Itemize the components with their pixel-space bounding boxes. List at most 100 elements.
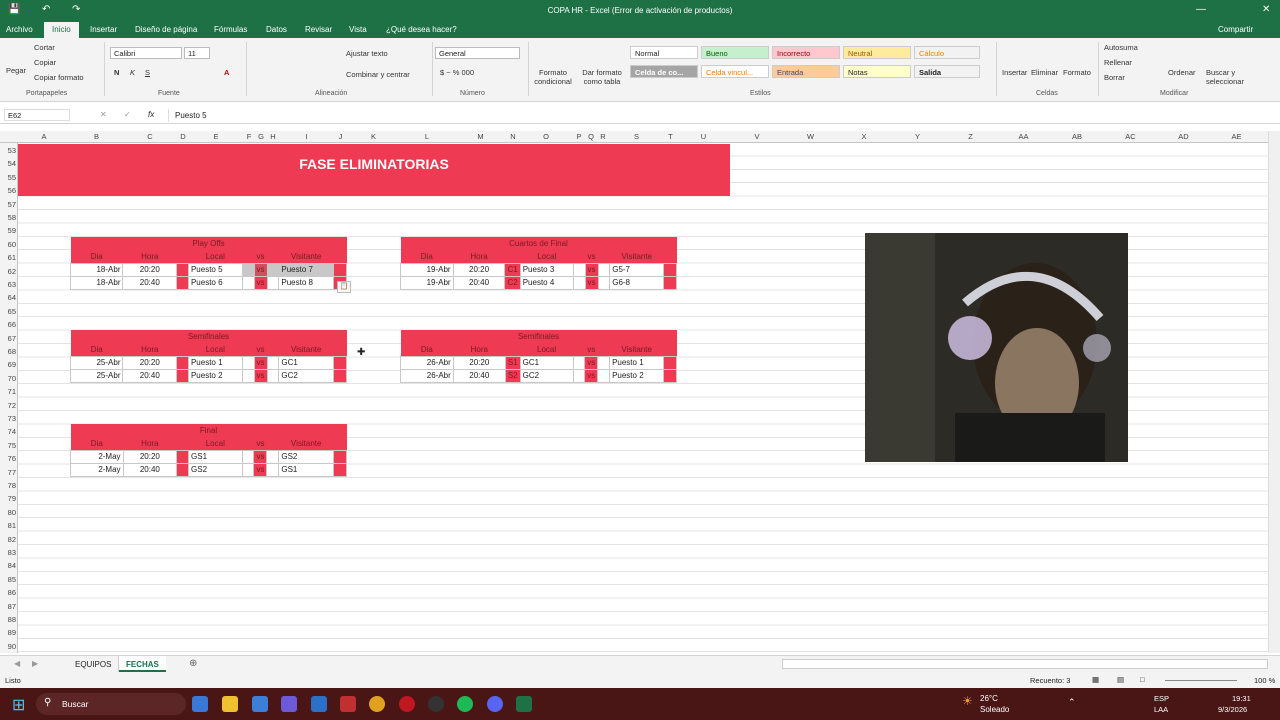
row-header[interactable]: 86 bbox=[0, 588, 16, 597]
col-header[interactable]: J bbox=[334, 132, 347, 141]
calculator-icon[interactable] bbox=[252, 696, 268, 712]
row-header[interactable]: 84 bbox=[0, 561, 16, 570]
cancel-icon[interactable]: ✕ bbox=[100, 110, 107, 119]
copy-button[interactable]: Copiar bbox=[34, 58, 56, 67]
col-header[interactable]: N bbox=[507, 132, 519, 141]
task-view-icon[interactable] bbox=[192, 696, 208, 712]
row-header[interactable]: 55 bbox=[0, 173, 16, 182]
paste-button[interactable]: Pegar bbox=[6, 66, 26, 75]
cell-vs[interactable]: vs bbox=[584, 262, 599, 277]
cell-dia[interactable]: 26-Abr bbox=[400, 355, 454, 370]
font-color-button[interactable]: A bbox=[224, 68, 229, 77]
cell-visitante[interactable]: GC2 bbox=[278, 368, 335, 383]
cell-local[interactable]: Puesto 4 bbox=[519, 275, 574, 290]
style-calculo[interactable]: Cálculo bbox=[914, 46, 980, 59]
cell-visitante[interactable]: G6-8 bbox=[609, 275, 665, 290]
github-icon[interactable] bbox=[428, 696, 444, 712]
tab-insertar[interactable]: Insertar bbox=[90, 25, 117, 34]
cell-vs[interactable]: vs bbox=[253, 262, 268, 277]
minimize-icon[interactable]: — bbox=[1196, 4, 1206, 15]
function-icon[interactable]: fx bbox=[148, 110, 154, 119]
format-as-table-button[interactable]: Dar formato como tabla bbox=[578, 68, 626, 86]
col-header[interactable]: S bbox=[609, 132, 664, 141]
col-header[interactable]: AD bbox=[1157, 132, 1210, 141]
style-entrada[interactable]: Entrada bbox=[772, 65, 840, 78]
tab-archivo[interactable]: Archivo bbox=[6, 25, 33, 34]
close-icon[interactable]: ✕ bbox=[1262, 4, 1270, 15]
cell-local[interactable]: Puesto 1 bbox=[187, 355, 243, 370]
cell-tag[interactable]: S2 bbox=[504, 368, 521, 383]
clock-date[interactable]: 9/3/2026 bbox=[1218, 705, 1247, 714]
cell-vs[interactable]: vs bbox=[253, 275, 268, 290]
col-header[interactable]: AB bbox=[1050, 132, 1104, 141]
row-header[interactable]: 88 bbox=[0, 615, 16, 624]
format-cells-button[interactable]: Formato bbox=[1063, 68, 1091, 77]
cell-visitante[interactable]: G5-7 bbox=[609, 262, 665, 277]
row-header[interactable]: 58 bbox=[0, 213, 16, 222]
style-normal[interactable]: Normal bbox=[630, 46, 698, 59]
teams-icon[interactable] bbox=[281, 696, 297, 712]
row-header[interactable]: 67 bbox=[0, 334, 16, 343]
col-header[interactable]: Q bbox=[585, 132, 597, 141]
conditional-format-button[interactable]: Formato condicional bbox=[532, 68, 574, 86]
style-notas[interactable]: Notas bbox=[843, 65, 911, 78]
cell-local[interactable]: GS1 bbox=[188, 449, 243, 464]
cell-dia[interactable]: 25-Abr bbox=[69, 355, 124, 370]
row-header[interactable]: 54 bbox=[0, 159, 16, 168]
row-header[interactable]: 73 bbox=[0, 414, 16, 423]
weather-desc[interactable]: Soleado bbox=[980, 705, 1009, 714]
row-header[interactable]: 89 bbox=[0, 628, 16, 637]
cell-hora[interactable]: 20:40 bbox=[122, 462, 178, 477]
cell-dia[interactable]: 26-Abr bbox=[400, 368, 454, 383]
row-header[interactable]: 78 bbox=[0, 481, 16, 490]
page-break-icon[interactable]: □ bbox=[1140, 675, 1145, 684]
row-header[interactable]: 82 bbox=[0, 535, 16, 544]
cell-local[interactable]: Puesto 2 bbox=[187, 368, 243, 383]
col-header[interactable]: D bbox=[177, 132, 189, 141]
cell-dia[interactable]: 18-Abr bbox=[69, 262, 124, 277]
wrap-text-button[interactable]: Ajustar texto bbox=[346, 49, 388, 58]
col-header[interactable]: I bbox=[279, 132, 334, 141]
cell-local[interactable]: GS2 bbox=[188, 462, 243, 477]
col-header[interactable]: C bbox=[123, 132, 177, 141]
col-header[interactable]: AA bbox=[997, 132, 1050, 141]
row-header[interactable]: 53 bbox=[0, 146, 16, 155]
autosum-button[interactable]: Autosuma bbox=[1104, 43, 1138, 52]
cell-vs[interactable]: vs bbox=[584, 275, 599, 290]
font-size-select[interactable]: 11 bbox=[184, 47, 210, 59]
cell-local[interactable]: Puesto 3 bbox=[519, 262, 574, 277]
row-header[interactable]: 85 bbox=[0, 575, 16, 584]
next-sheet-icon[interactable]: ▶ bbox=[32, 659, 38, 668]
sheet-tab-equipos[interactable]: EQUIPOS bbox=[68, 656, 120, 672]
cell-dia[interactable]: 19-Abr bbox=[400, 275, 454, 290]
horizontal-scrollbar[interactable] bbox=[782, 659, 1268, 669]
page-layout-icon[interactable]: ▤ bbox=[1117, 675, 1124, 684]
weather-icon[interactable]: ☀ bbox=[962, 694, 973, 708]
col-header[interactable]: AC bbox=[1104, 132, 1157, 141]
cell-local[interactable]: Puesto 5 bbox=[187, 262, 243, 277]
sheet-tab-fechas[interactable]: FECHAS bbox=[119, 656, 166, 672]
row-header[interactable]: 56 bbox=[0, 186, 16, 195]
row-header[interactable]: 90 bbox=[0, 642, 16, 651]
tell-me-search[interactable]: ¿Qué desea hacer? bbox=[386, 25, 457, 34]
zoom-level[interactable]: 100 % bbox=[1254, 676, 1275, 685]
cell-visitante[interactable]: Puesto 7 bbox=[278, 262, 335, 277]
taskbar-search[interactable]: ⚲ Buscar bbox=[36, 693, 186, 715]
tray-chevron-icon[interactable]: ⌃ bbox=[1068, 697, 1076, 708]
row-header[interactable]: 63 bbox=[0, 280, 16, 289]
col-header[interactable]: K bbox=[347, 132, 400, 141]
cut-button[interactable]: Cortar bbox=[34, 43, 55, 52]
style-celda-comprobacion[interactable]: Celda de co... bbox=[630, 65, 698, 78]
col-header[interactable]: A bbox=[18, 132, 70, 141]
cell-visitante[interactable]: GS1 bbox=[278, 462, 335, 477]
cell-vs[interactable]: vs bbox=[584, 368, 599, 383]
row-header[interactable]: 77 bbox=[0, 468, 16, 477]
row-header[interactable]: 69 bbox=[0, 360, 16, 369]
col-header[interactable]: Z bbox=[944, 132, 997, 141]
row-header[interactable]: 70 bbox=[0, 374, 16, 383]
bold-button[interactable]: N bbox=[114, 68, 119, 77]
spotify-icon[interactable] bbox=[457, 696, 473, 712]
cell-dia[interactable]: 18-Abr bbox=[69, 275, 124, 290]
share-button[interactable]: Compartir bbox=[1218, 25, 1253, 34]
col-header[interactable]: X bbox=[837, 132, 891, 141]
